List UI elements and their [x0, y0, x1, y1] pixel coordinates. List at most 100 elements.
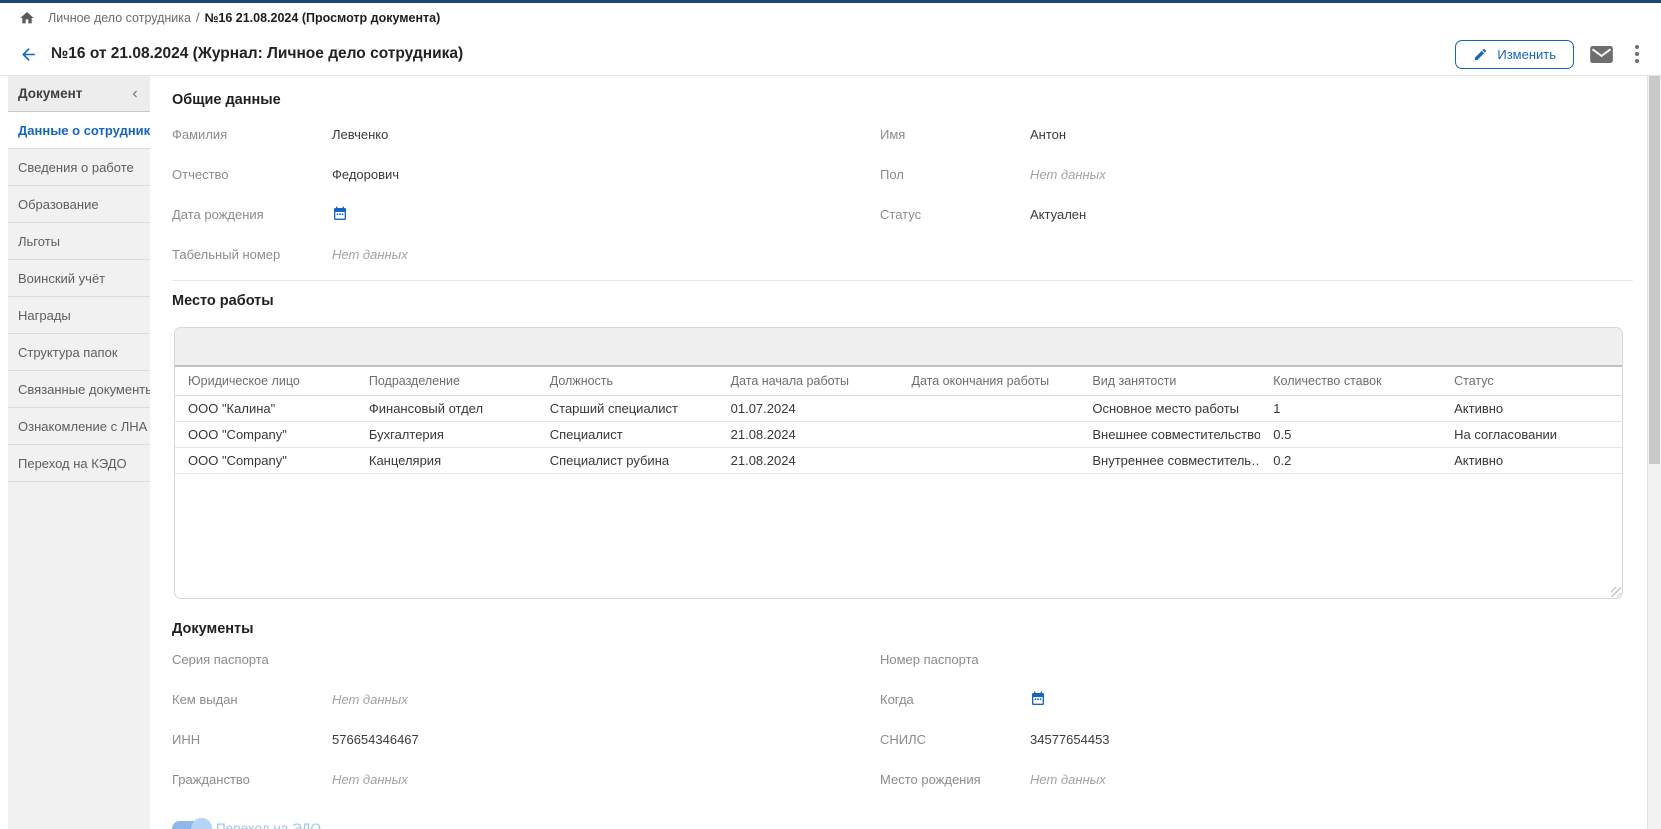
field-row: СНИЛС34577654453 [880, 719, 1633, 759]
table-cell: Канцелярия [356, 447, 537, 473]
table-row[interactable]: ООО "Калина"Финансовый отделСтарший спец… [175, 395, 1622, 421]
table-column-header[interactable]: Дата начала работы [718, 367, 899, 395]
field-label: Серия паспорта [172, 652, 332, 667]
field-label: ИНН [172, 732, 332, 747]
field-label: Дата рождения [172, 207, 332, 222]
field-label: Место рождения [880, 772, 1030, 787]
field-value-no-data: Нет данных [1030, 772, 1106, 787]
field-label: Табельный номер [172, 247, 332, 262]
field-label: Гражданство [172, 772, 332, 787]
field-row: ГражданствоНет данных [172, 759, 880, 799]
sidebar-item[interactable]: Образование [8, 186, 150, 223]
table-cell: Старший специалист [537, 395, 718, 421]
table-cell: 01.07.2024 [718, 395, 899, 421]
field-value: 34577654453 [1030, 732, 1110, 747]
sidebar-item[interactable]: Связанные документы [8, 371, 150, 408]
sidebar-item[interactable]: Переход на КЭДО [8, 445, 150, 482]
section-divider [172, 280, 1633, 281]
resize-grip-icon[interactable] [1611, 587, 1621, 597]
breadcrumb-separator: / [196, 11, 199, 25]
field-label: Статус [880, 207, 1030, 222]
field-label: Номер паспорта [880, 652, 1030, 667]
workplace-table: Юридическое лицоПодразделениеДолжностьДа… [175, 367, 1622, 474]
table-row[interactable]: ООО "Company"КанцелярияСпециалист рубина… [175, 447, 1622, 473]
workplace-table-card: Юридическое лицоПодразделениеДолжностьДа… [174, 327, 1623, 599]
field-value-no-data: Нет данных [332, 772, 408, 787]
field-value-no-data: Нет данных [332, 247, 408, 262]
table-cell: 1 [1260, 395, 1441, 421]
field-value: Федорович [332, 167, 399, 182]
field-row: Когда [880, 679, 1633, 719]
calendar-icon[interactable] [332, 206, 348, 222]
field-value-no-data: Нет данных [332, 692, 408, 707]
field-row: Кем выданНет данных [172, 679, 880, 719]
field-value-no-data: Нет данных [1030, 167, 1106, 182]
home-icon[interactable] [19, 10, 35, 26]
general-fields: ФамилияЛевченкоОтчествоФедоровичДата рож… [172, 114, 1633, 274]
sidebar-item[interactable]: Льготы [8, 223, 150, 260]
vertical-scrollbar[interactable] [1647, 76, 1661, 829]
field-label: СНИЛС [880, 732, 1030, 747]
field-row: ИмяАнтон [880, 114, 1633, 154]
table-column-header[interactable]: Дата окончания работы [899, 367, 1080, 395]
table-column-header[interactable]: Подразделение [356, 367, 537, 395]
table-cell: Бухгалтерия [356, 421, 537, 447]
field-label: Кем выдан [172, 692, 332, 707]
mail-icon[interactable] [1590, 46, 1613, 63]
table-column-header[interactable]: Количество ставок [1260, 367, 1441, 395]
sidebar-item[interactable]: Награды [8, 297, 150, 334]
collapse-sidebar-icon[interactable] [128, 87, 142, 101]
sidebar-item[interactable]: Структура папок [8, 334, 150, 371]
edo-toggle-label: Переход на ЭДО [216, 821, 321, 829]
table-column-header[interactable]: Статус [1441, 367, 1622, 395]
edo-toggle[interactable] [172, 821, 208, 829]
table-cell: 0.5 [1260, 421, 1441, 447]
main-content: Общие данные ФамилияЛевченкоОтчествоФедо… [150, 76, 1647, 829]
table-cell: Основное место работы [1079, 395, 1260, 421]
table-cell [899, 447, 1080, 473]
field-row: Место рожденияНет данных [880, 759, 1633, 799]
field-row: Серия паспорта [172, 639, 880, 679]
field-label: Имя [880, 127, 1030, 142]
table-column-header[interactable]: Должность [537, 367, 718, 395]
field-label: Пол [880, 167, 1030, 182]
calendar-icon[interactable] [1030, 691, 1046, 707]
sidebar: Документ Данные о сотрудникеСведения о р… [8, 76, 150, 829]
sidebar-title: Документ [18, 86, 82, 101]
table-cell: 0.2 [1260, 447, 1441, 473]
field-label: Когда [880, 692, 1030, 707]
field-row: ФамилияЛевченко [172, 114, 880, 154]
table-cell [899, 395, 1080, 421]
field-value: Антон [1030, 127, 1066, 142]
field-label: Фамилия [172, 127, 332, 142]
table-cell: Активно [1441, 447, 1622, 473]
field-value: Актуален [1030, 207, 1086, 222]
field-row: ИНН576654346467 [172, 719, 880, 759]
sidebar-item[interactable]: Сведения о работе [8, 149, 150, 186]
table-row[interactable]: ООО "Company"БухгалтерияСпециалист21.08.… [175, 421, 1622, 447]
table-cell: Внутреннее совместитель… [1079, 447, 1260, 473]
table-cell [899, 421, 1080, 447]
table-cell: ООО "Калина" [175, 395, 356, 421]
sidebar-header: Документ [8, 76, 150, 112]
field-row: Дата рождения [172, 194, 880, 234]
edit-button[interactable]: Изменить [1455, 40, 1574, 69]
table-cell: Финансовый отдел [356, 395, 537, 421]
section-title-workplace: Место работы [172, 293, 1633, 309]
table-column-header[interactable]: Вид занятости [1079, 367, 1260, 395]
kebab-menu-icon[interactable] [1629, 43, 1645, 65]
back-arrow-icon[interactable] [19, 45, 38, 64]
section-title-documents: Документы [172, 621, 1633, 637]
sidebar-item[interactable]: Данные о сотруднике [8, 112, 150, 149]
breadcrumb-journal-link[interactable]: Личное дело сотрудника [48, 11, 191, 25]
edit-button-label: Изменить [1497, 47, 1556, 62]
sidebar-item[interactable]: Ознакомление с ЛНА [8, 408, 150, 445]
field-row: Номер паспорта [880, 639, 1633, 679]
field-row: ПолНет данных [880, 154, 1633, 194]
sidebar-item[interactable]: Воинский учёт [8, 260, 150, 297]
pencil-icon [1473, 47, 1488, 62]
table-column-header[interactable]: Юридическое лицо [175, 367, 356, 395]
scrollbar-thumb[interactable] [1649, 76, 1660, 464]
breadcrumb-current: №16 21.08.2024 (Просмотр документа) [204, 11, 440, 25]
table-cell: Специалист [537, 421, 718, 447]
